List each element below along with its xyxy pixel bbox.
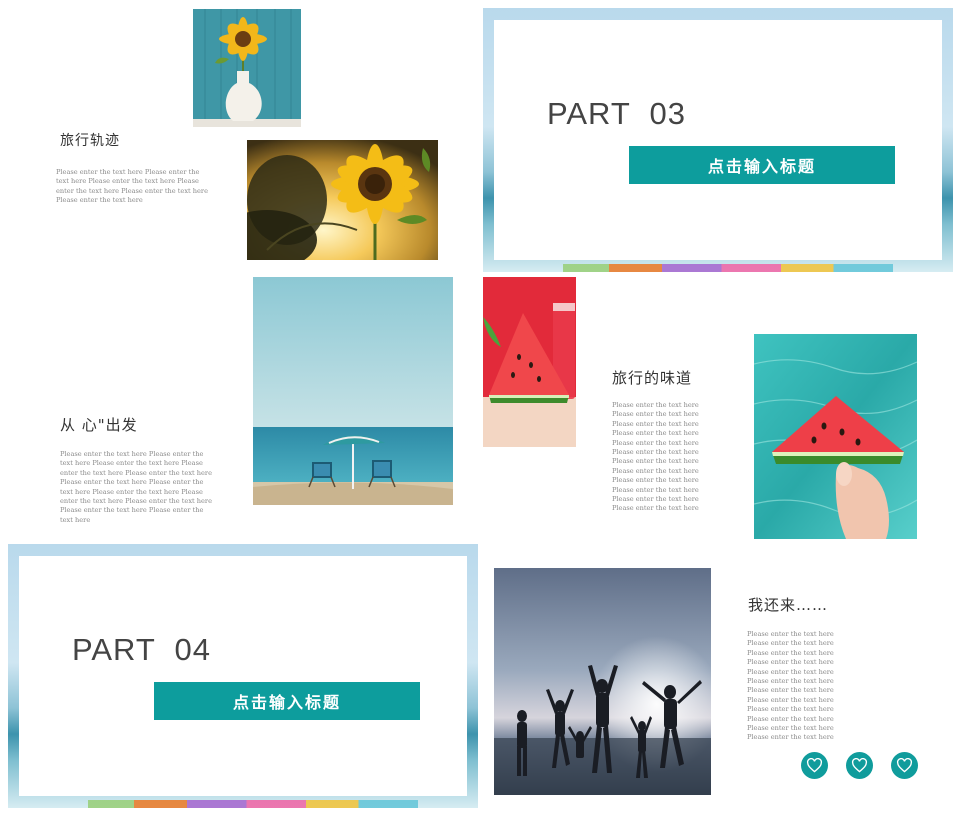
heart-button-2[interactable] — [846, 752, 873, 779]
body-text: Please enter the text here Please enter … — [60, 450, 212, 524]
photo-beach-umbrella — [253, 277, 453, 505]
body-text: Please enter the text here Please enter … — [612, 401, 699, 513]
slide-set-off: 从 心"出发 Please enter the text here Please… — [0, 274, 478, 542]
colorful-balls-strip — [563, 264, 893, 272]
title-placeholder-button[interactable]: 点击输入标题 — [154, 682, 420, 720]
heart-button-3[interactable] — [891, 752, 918, 779]
heart-icon — [851, 758, 868, 773]
heart-button-1[interactable] — [801, 752, 828, 779]
slide-title: 旅行的味道 — [612, 369, 693, 387]
title-placeholder-button[interactable]: 点击输入标题 — [629, 146, 895, 184]
slide-title: 旅行轨迹 — [60, 133, 120, 149]
part-card — [19, 556, 467, 796]
photo-sunflower-sunset — [247, 140, 438, 260]
heart-icon — [896, 758, 913, 773]
body-text: Please enter the text here Please enter … — [747, 630, 834, 742]
part-card — [494, 20, 942, 260]
part-label: PART 03 — [547, 96, 686, 131]
slide-part-04: PART 04 点击输入标题 — [8, 544, 478, 808]
photo-watermelon-juice — [483, 277, 576, 447]
slide-travel-track: 旅行轨迹 Please enter the text here Please e… — [0, 0, 478, 272]
slide-title: 从 心"出发 — [60, 416, 138, 434]
slide-part-03: PART 03 点击输入标题 — [483, 8, 953, 272]
slide-i-will-return: 我还来…… Please enter the text here Please … — [483, 544, 953, 808]
heart-icon — [806, 758, 823, 773]
colorful-balls-strip — [88, 800, 418, 808]
photo-people-jumping — [494, 568, 711, 795]
slide-taste-of-travel: 旅行的味道 Please enter the text here Please … — [483, 275, 953, 541]
photo-sunflower-vase — [193, 9, 301, 127]
part-label: PART 04 — [72, 632, 211, 667]
photo-watermelon-pool — [754, 334, 917, 539]
body-text: Please enter the text here Please enter … — [56, 168, 208, 205]
slide-title: 我还来…… — [748, 596, 829, 614]
